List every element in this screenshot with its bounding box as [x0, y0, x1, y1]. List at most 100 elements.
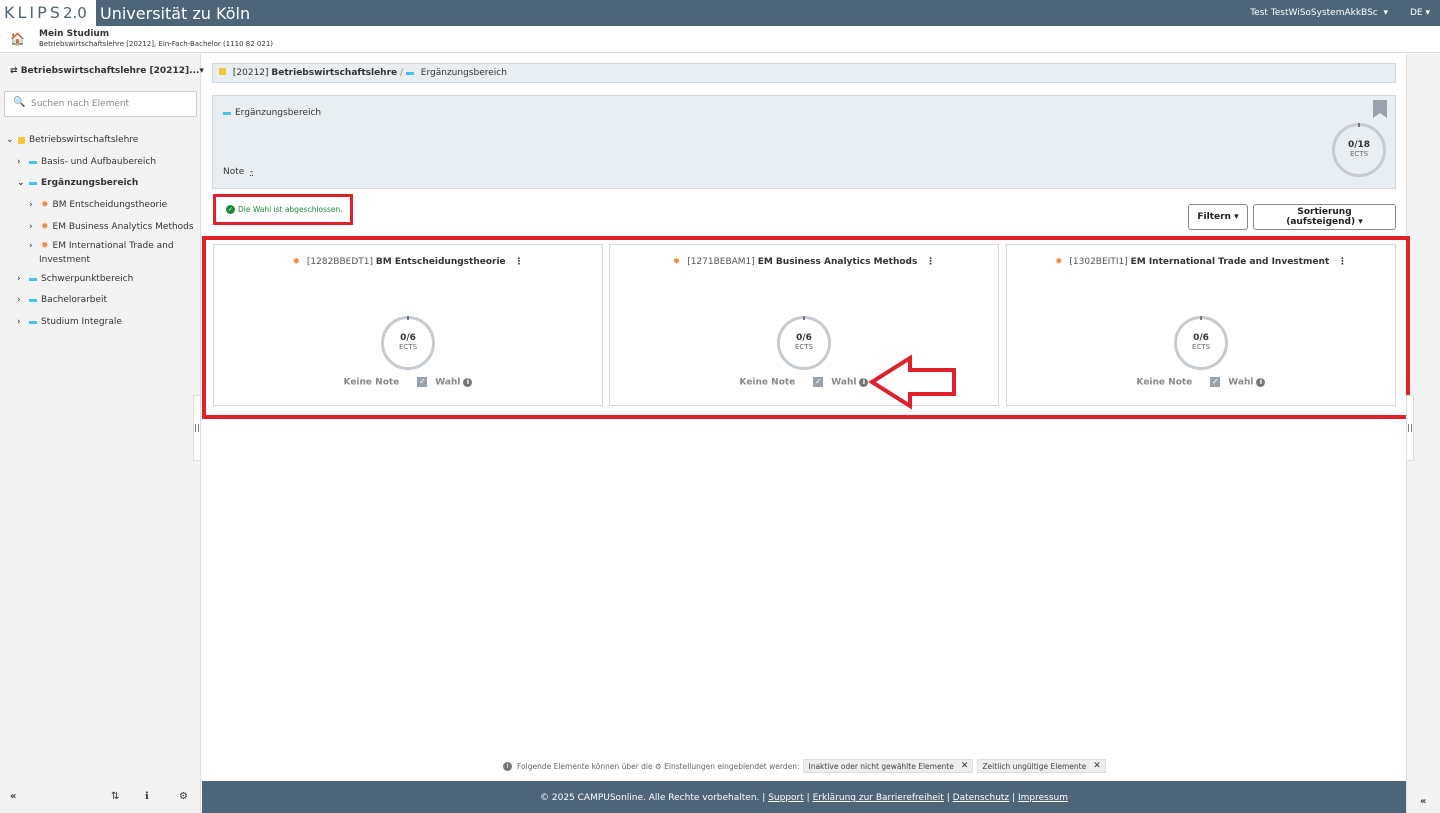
ects-unit: ECTS [398, 343, 418, 351]
kebab-menu-icon[interactable]: ⋮ [515, 257, 524, 267]
filter-button[interactable]: Filtern ▾ [1188, 204, 1248, 230]
search-icon: 🔍 [13, 97, 26, 108]
tree-item-basis[interactable]: › Basis- und Aufbaubereich [17, 157, 156, 167]
card-code: [1282BBEDT1] [306, 257, 373, 267]
chip-label: Zeitlich ungültige Elemente [982, 761, 1087, 771]
card-footer: Keine Note ✓ Wahl i [214, 377, 602, 388]
hidden-elements-chip: Zeitlich ungültige Elemente ✕ [977, 759, 1106, 773]
logo-version: 2.0 [62, 4, 87, 22]
chevron-right-icon[interactable]: › [29, 241, 41, 251]
close-icon[interactable]: ✕ [1093, 761, 1101, 771]
tree-item-schwerpunktbereich[interactable]: › Schwerpunktbereich [17, 274, 133, 284]
card-title: ✸ [1282BBEDT1] BM Entscheidungstheorie ⋮ [214, 257, 602, 267]
kebab-menu-icon[interactable]: ⋮ [1338, 257, 1347, 267]
university-name: Universität zu Köln [100, 4, 251, 23]
tree-item-label: BM Entscheidungstheorie [52, 200, 168, 210]
tree-item-em-international-trade[interactable]: › ✸ EM International Trade and [29, 241, 174, 251]
breadcrumb-program[interactable]: Betriebswirtschaftslehre [271, 68, 397, 78]
ects-progress-ring: 0/18 ECTS [1332, 123, 1386, 177]
logo-text: KLIPS [4, 3, 63, 22]
card-name[interactable]: BM Entscheidungstheorie [376, 257, 506, 267]
module-dash-icon [29, 320, 37, 324]
card-title: ✸ [1271BEBAM1] EM Business Analytics Met… [610, 257, 998, 267]
tree-item-ergaenzungsbereich[interactable]: ⌄ Ergänzungsbereich [17, 178, 138, 188]
chevron-down-icon[interactable]: ⌄ [17, 178, 29, 188]
card-code: [1271BEBAM1] [687, 257, 755, 267]
star-icon: ✸ [672, 257, 681, 267]
chevron-down-icon[interactable]: ⌄ [6, 135, 18, 145]
info-icon[interactable]: i [1256, 377, 1266, 387]
tree-item-em-business-analytics[interactable]: › ✸ EM Business Analytics Methods [29, 222, 194, 232]
chevron-right-icon[interactable]: › [29, 200, 41, 210]
accessibility-link[interactable]: Erklärung zur Barrierefreiheit [813, 793, 944, 803]
grade-text: Keine Note [343, 377, 400, 388]
footer-separator: | [806, 793, 810, 803]
language-menu[interactable]: DE ▾ [1410, 0, 1430, 26]
ects-unit: ECTS [794, 343, 814, 351]
collapse-right-icon[interactable]: « [1420, 796, 1426, 807]
kebab-menu-icon[interactable]: ⋮ [926, 257, 935, 267]
ects-value: 0/18 [1347, 140, 1371, 150]
study-bar: 🏠 Mein Studium Betriebswirtschaftslehre … [0, 26, 1440, 53]
chevron-right-icon[interactable]: › [17, 295, 29, 305]
klips-logo[interactable]: KLIPS2.0 [0, 0, 96, 26]
status-message: ✓ Die Wahl ist abgeschlossen. [226, 205, 343, 214]
info-icon: i [503, 761, 512, 771]
star-icon: ✸ [41, 241, 49, 251]
chevron-right-icon[interactable]: › [17, 274, 29, 284]
user-menu[interactable]: Test TestWiSoSystemAkkBSc ▾ [1250, 0, 1388, 26]
module-dash-icon [29, 277, 37, 281]
ects-progress-ring: 0/6 ECTS [1174, 316, 1228, 370]
support-link[interactable]: Support [768, 793, 804, 803]
tree-item-betriebswirtschaftslehre[interactable]: ⌄ Betriebswirtschaftslehre [6, 135, 138, 145]
home-icon[interactable]: 🏠 [10, 32, 25, 46]
imprint-link[interactable]: Impressum [1018, 793, 1068, 803]
sidebar: ⇄ Betriebswirtschaftslehre [20212]...▾ 🔍… [0, 54, 204, 813]
chevron-right-icon[interactable]: › [17, 317, 29, 327]
info-icon[interactable]: ℹ [145, 791, 149, 802]
progress-tick [407, 316, 409, 320]
chevron-right-icon[interactable]: › [17, 157, 29, 167]
footer-separator: | [946, 793, 950, 803]
card-name[interactable]: EM International Trade and Investment [1131, 257, 1330, 267]
privacy-link[interactable]: Datenschutz [953, 793, 1010, 803]
sort-button[interactable]: Sortierung (aufsteigend) ▾ [1253, 204, 1396, 230]
tree-item-studium-integrale[interactable]: › Studium Integrale [17, 317, 122, 327]
module-dash-icon [405, 72, 414, 75]
breadcrumb-code[interactable]: [20212] [233, 68, 269, 78]
breadcrumb-separator: / [400, 68, 404, 78]
annotation-arrow-icon [868, 354, 956, 410]
module-dash-icon [29, 298, 37, 302]
star-icon: ✸ [1054, 257, 1063, 267]
grade-text: Keine Note [1136, 377, 1193, 388]
tree-item-bachelorarbeit[interactable]: › Bachelorarbeit [17, 295, 107, 305]
module-card[interactable]: ✸ [1302BEITI1] EM International Trade an… [1006, 244, 1396, 406]
progress-tick [1358, 123, 1360, 127]
card-name[interactable]: EM Business Analytics Methods [758, 257, 918, 267]
study-title[interactable]: Mein Studium [39, 29, 109, 39]
chevron-right-icon[interactable]: › [29, 222, 41, 232]
close-icon[interactable]: ✕ [961, 761, 969, 771]
tree-item-label: EM Business Analytics Methods [52, 222, 194, 232]
gear-icon[interactable]: ⚙ [179, 791, 188, 802]
sort-icon[interactable]: ⇅ [111, 791, 119, 802]
folder-square-icon [219, 68, 226, 75]
grade-value: - [250, 167, 254, 177]
right-resize-handle[interactable]: || [1406, 395, 1414, 461]
bookmark-icon[interactable] [1373, 100, 1387, 118]
hint-text-before: Folgende Elemente können über die [517, 761, 653, 771]
collapse-sidebar-icon[interactable]: « [10, 791, 16, 802]
module-dash-icon [223, 112, 231, 115]
left-resize-handle[interactable]: || [193, 395, 201, 461]
caret-down-icon: ▾ [1425, 8, 1430, 18]
search-input[interactable] [31, 95, 191, 113]
info-icon[interactable]: i [463, 377, 473, 387]
folder-square-icon [18, 136, 25, 144]
study-selector[interactable]: ⇄ Betriebswirtschaftslehre [20212]...▾ [10, 66, 204, 76]
breadcrumb: [20212] Betriebswirtschaftslehre / Ergän… [212, 63, 1396, 83]
sidebar-toolbar: « ⇅ ℹ ⚙ [0, 783, 201, 813]
chip-label: Inaktive oder nicht gewählte Elemente [808, 761, 954, 771]
tree-item-bm-entscheidungstheorie[interactable]: › ✸ BM Entscheidungstheorie [29, 200, 167, 210]
tree-item-label: Bachelorarbeit [41, 295, 108, 305]
module-card[interactable]: ✸ [1282BBEDT1] BM Entscheidungstheorie ⋮… [213, 244, 603, 406]
